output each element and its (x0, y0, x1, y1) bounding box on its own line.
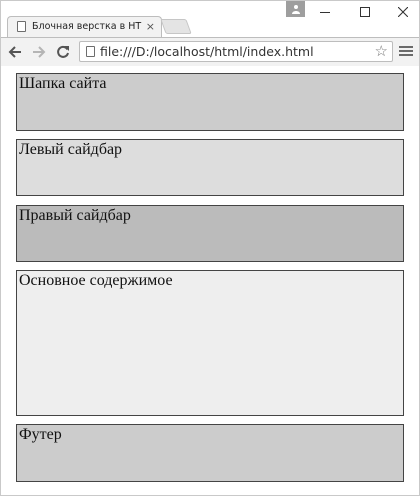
reload-icon (57, 45, 69, 58)
menu-button[interactable] (399, 44, 413, 60)
browser-toolbar: file:///D:/localhost/html/index.html ☆ (1, 37, 419, 67)
maximize-button[interactable] (351, 1, 379, 23)
browser-window: Блочная верстка в HTML × (0, 0, 420, 496)
minimize-button[interactable] (311, 1, 339, 23)
profile-icon[interactable] (286, 1, 305, 17)
close-icon (398, 7, 408, 17)
bookmark-star-icon[interactable]: ☆ (375, 42, 388, 60)
reload-button[interactable] (53, 42, 73, 62)
right-sidebar: Правый сайдбар (16, 205, 404, 262)
forward-arrow-icon (33, 46, 46, 58)
close-window-button[interactable] (389, 1, 417, 23)
hamburger-menu-icon (399, 46, 413, 48)
back-arrow-icon (8, 46, 21, 58)
back-button[interactable] (5, 42, 25, 62)
page-viewport: Шапка сайта Левый сайдбар Правый сайдбар… (1, 66, 419, 495)
page-icon (86, 46, 95, 57)
new-tab-button[interactable] (160, 19, 192, 34)
maximize-icon (360, 7, 370, 17)
url-text[interactable]: file:///D:/localhost/html/index.html (100, 44, 314, 59)
left-sidebar: Левый сайдбар (16, 139, 404, 196)
minimize-icon (320, 12, 330, 13)
site-footer: Футер (16, 424, 404, 482)
forward-button[interactable] (29, 42, 49, 62)
main-content: Основное содержимое (16, 270, 404, 416)
page-favicon-icon (17, 21, 26, 32)
browser-tab[interactable]: Блочная верстка в HTML × (7, 16, 162, 38)
site-header: Шапка сайта (16, 73, 404, 131)
tab-strip: Блочная верстка в HTML × (1, 1, 419, 38)
tab-close-icon[interactable]: × (146, 20, 155, 33)
tab-title: Блочная верстка в HTML (32, 21, 142, 32)
address-bar[interactable]: file:///D:/localhost/html/index.html ☆ (79, 41, 393, 62)
